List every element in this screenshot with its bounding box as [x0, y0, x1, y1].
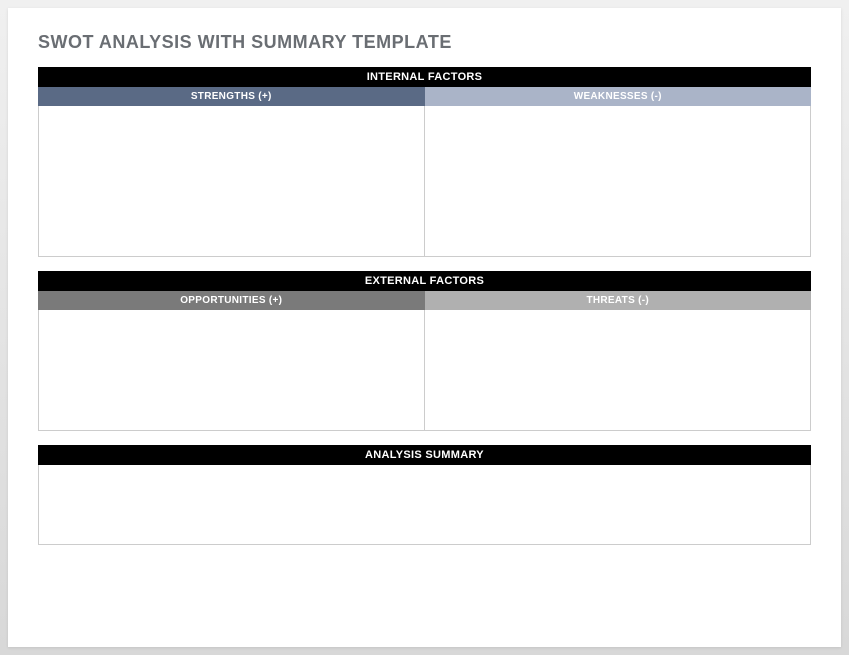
document-title: SWOT ANALYSIS WITH SUMMARY TEMPLATE [38, 32, 811, 53]
internal-content-row [38, 106, 811, 257]
external-subheaders: OPPORTUNITIES (+) THREATS (-) [38, 291, 811, 310]
opportunities-cell[interactable] [39, 310, 425, 430]
analysis-summary-header: ANALYSIS SUMMARY [38, 445, 811, 465]
weaknesses-header: WEAKNESSES (-) [425, 87, 812, 106]
internal-subheaders: STRENGTHS (+) WEAKNESSES (-) [38, 87, 811, 106]
strengths-cell[interactable] [39, 106, 425, 256]
threats-header: THREATS (-) [425, 291, 812, 310]
threats-cell[interactable] [425, 310, 810, 430]
strengths-header: STRENGTHS (+) [38, 87, 425, 106]
internal-factors-header: INTERNAL FACTORS [38, 67, 811, 87]
opportunities-header: OPPORTUNITIES (+) [38, 291, 425, 310]
weaknesses-cell[interactable] [425, 106, 810, 256]
external-factors-section: EXTERNAL FACTORS OPPORTUNITIES (+) THREA… [38, 271, 811, 431]
analysis-summary-section: ANALYSIS SUMMARY [38, 445, 811, 545]
internal-factors-section: INTERNAL FACTORS STRENGTHS (+) WEAKNESSE… [38, 67, 811, 257]
summary-cell[interactable] [38, 465, 811, 545]
external-content-row [38, 310, 811, 431]
document-page: SWOT ANALYSIS WITH SUMMARY TEMPLATE INTE… [8, 8, 841, 647]
external-factors-header: EXTERNAL FACTORS [38, 271, 811, 291]
